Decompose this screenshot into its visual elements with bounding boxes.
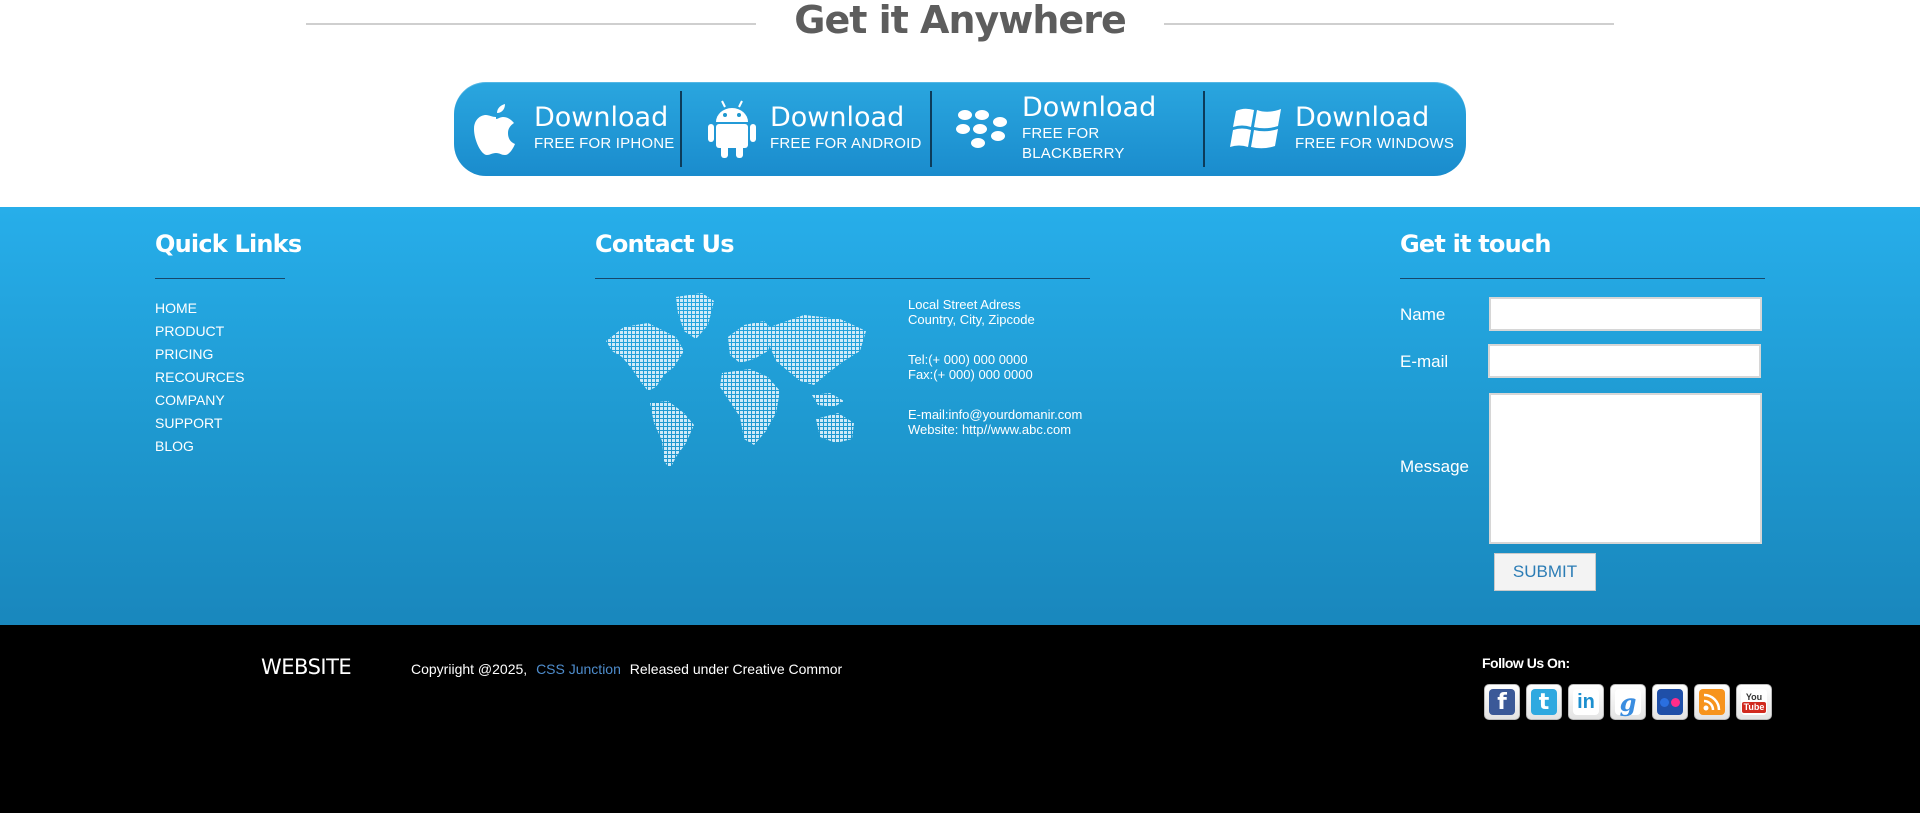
- quick-links-list: HOME PRODUCT PRICING RECOURCES COMPANY S…: [155, 297, 244, 458]
- download-platform-label: FREE FOR ANDROID: [770, 135, 922, 152]
- download-platform-label: FREE FOR IPHONE: [534, 135, 675, 152]
- name-field[interactable]: [1489, 297, 1762, 331]
- get-in-touch-title: Get it touch: [1400, 230, 1551, 258]
- css-junction-link[interactable]: CSS Junction: [536, 661, 621, 677]
- quick-link-support[interactable]: SUPPORT: [155, 412, 244, 435]
- download-platform-label: FREE FOR WINDOWS: [1295, 135, 1455, 152]
- quick-link-company[interactable]: COMPANY: [155, 389, 244, 412]
- address-line-2: Country, City, Zipcode: [908, 312, 1035, 327]
- windows-icon: [1229, 99, 1285, 159]
- message-field[interactable]: [1489, 393, 1762, 544]
- blackberry-icon: [956, 99, 1012, 159]
- youtube-icon[interactable]: You Tube: [1736, 684, 1772, 720]
- linkedin-icon[interactable]: in: [1568, 684, 1604, 720]
- google-icon[interactable]: g: [1610, 684, 1646, 720]
- download-bar: Download FREE FOR IPHONE Download FREE F…: [454, 82, 1466, 176]
- name-label: Name: [1400, 305, 1446, 324]
- world-map-image: [604, 291, 869, 469]
- download-android-button[interactable]: Download FREE FOR ANDROID: [682, 82, 932, 176]
- flickr-icon[interactable]: [1652, 684, 1688, 720]
- tel-text: Tel:(+ 000) 000 0000: [908, 352, 1028, 367]
- quick-link-home[interactable]: HOME: [155, 297, 244, 320]
- quick-link-product[interactable]: PRODUCT: [155, 320, 244, 343]
- download-platform-label: FREE FOR BLACKBERRY: [1022, 125, 1125, 162]
- download-blackberry-button[interactable]: Download FREE FOR BLACKBERRY: [932, 82, 1205, 176]
- rss-icon[interactable]: [1694, 684, 1730, 720]
- section-title: Get it Anywhere: [794, 0, 1126, 42]
- footer-info-section: Quick Links HOME PRODUCT PRICING RECOURC…: [0, 207, 1920, 625]
- copyright-prefix: Copyriight @2025,: [411, 661, 528, 677]
- contact-us-title: Contact Us: [595, 230, 734, 258]
- contact-details: Local Street Adress Country, City, Zipco…: [908, 297, 1082, 462]
- email-text[interactable]: E-mail:info@yourdomanir.com: [908, 407, 1082, 422]
- download-label: Download: [1295, 102, 1430, 133]
- download-label: Download: [534, 102, 669, 133]
- submit-button[interactable]: SUBMIT: [1494, 553, 1596, 591]
- apple-icon: [468, 99, 524, 159]
- email-field[interactable]: [1488, 344, 1761, 378]
- contact-us-rule: [595, 278, 1090, 279]
- site-name: WEBSITE: [261, 655, 352, 679]
- download-label: Download: [1022, 92, 1157, 123]
- download-iphone-button[interactable]: Download FREE FOR IPHONE: [454, 82, 682, 176]
- email-label: E-mail: [1400, 352, 1449, 371]
- message-label: Message: [1400, 457, 1469, 476]
- quick-link-recources[interactable]: RECOURCES: [155, 366, 244, 389]
- website-text[interactable]: Website: http//www.abc.com: [908, 422, 1071, 437]
- facebook-icon[interactable]: f: [1484, 684, 1520, 720]
- twitter-icon[interactable]: t: [1526, 684, 1562, 720]
- get-it-anywhere-section: Get it Anywhere Download FREE FOR IPHONE: [0, 0, 1920, 207]
- download-label: Download: [770, 102, 905, 133]
- android-icon: [704, 99, 760, 159]
- social-icons: f t in g You Tube: [1484, 684, 1772, 720]
- quick-link-pricing[interactable]: PRICING: [155, 343, 244, 366]
- address-line-1: Local Street Adress: [908, 297, 1021, 312]
- download-windows-button[interactable]: Download FREE FOR WINDOWS: [1205, 82, 1465, 176]
- copyright-text: Copyriight @2025, CSS Junction Released …: [411, 661, 842, 677]
- fax-text: Fax:(+ 000) 000 0000: [908, 367, 1033, 382]
- copyright-suffix: Released under Creative Commor: [629, 661, 843, 677]
- quick-link-blog[interactable]: BLOG: [155, 435, 244, 458]
- follow-us-label: Follow Us On:: [1482, 655, 1570, 671]
- get-in-touch-rule: [1400, 278, 1765, 279]
- quick-links-rule: [155, 278, 285, 279]
- quick-links-title: Quick Links: [155, 230, 302, 258]
